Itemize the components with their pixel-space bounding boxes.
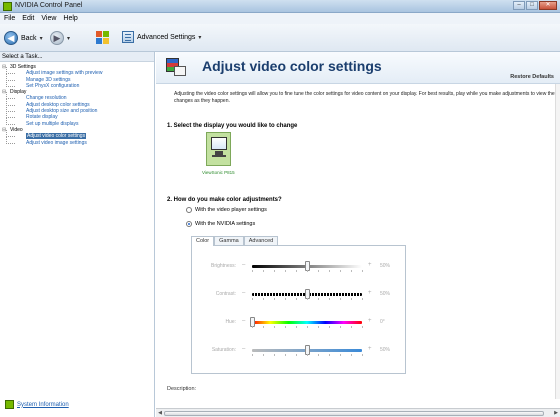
chevron-down-icon[interactable]: ▾ (40, 35, 43, 42)
advanced-settings-button[interactable]: Advanced Settings ▾ (122, 31, 201, 43)
window-title: NVIDIA Control Panel (15, 2, 83, 9)
slider-label: Brightness: (210, 263, 236, 269)
tree-item-label: Set PhysX configuration (26, 82, 80, 89)
tree-item-label: Manage 3D settings (26, 76, 71, 83)
task-panel: Select a Task... 3D SettingsAdjust image… (0, 52, 155, 417)
page-title: Adjust video color settings (202, 58, 382, 74)
settings-list-icon (122, 31, 134, 43)
decrease-icon[interactable]: – (242, 262, 245, 268)
home-icon (96, 31, 110, 45)
menu-help[interactable]: Help (63, 13, 77, 24)
forward-button[interactable]: ▶ ▾ (50, 31, 70, 45)
tab-color[interactable]: Color (191, 236, 215, 246)
chevron-down-icon[interactable]: ▾ (67, 35, 70, 42)
slider-track[interactable] (249, 317, 362, 327)
tree-item-label: Adjust image settings with preview (26, 70, 103, 77)
increase-icon[interactable]: + (368, 290, 372, 296)
slider-value: 50% (380, 291, 391, 297)
tree-task-link[interactable]: Adjust video image settings (0, 136, 155, 146)
tree-item-label: Adjust desktop color settings (26, 101, 90, 108)
slider-row: Contrast: – +50% (192, 288, 407, 300)
slider-ticks (252, 354, 363, 356)
decrease-icon[interactable]: – (242, 290, 245, 296)
section-color-adjustments: 2. How do you make color adjustments? (167, 197, 282, 203)
tree-item-label: Change resolution (26, 95, 67, 102)
minimize-button[interactable]: – (513, 1, 525, 10)
slider-label: Contrast: (215, 291, 236, 297)
home-button[interactable] (96, 31, 110, 45)
slider-track[interactable] (252, 345, 362, 355)
tree-item-label: Adjust video color settings (26, 133, 87, 140)
description-label: Description: (167, 386, 197, 392)
slider-row: Hue: – +0° (192, 316, 407, 328)
slider-label: Saturation: (211, 347, 236, 353)
tree-item-label: Set up multiple displays (26, 120, 79, 127)
slider-row: Saturation: – +50% (192, 344, 407, 356)
slider-value: 50% (380, 263, 391, 269)
section-select-display: 1. Select the display you would like to … (167, 123, 298, 129)
decrease-icon[interactable]: – (242, 318, 245, 324)
intro-text: Adjusting the video color settings will … (174, 91, 555, 104)
tree-item-label: Adjust desktop size and position (26, 108, 98, 115)
restore-defaults-link[interactable]: Restore Defaults (510, 74, 554, 80)
back-button[interactable]: ◀ Back ▾ (4, 31, 43, 45)
chevron-down-icon[interactable]: ▾ (198, 34, 201, 41)
scroll-left-icon[interactable]: ◀ (156, 409, 164, 417)
radio-button[interactable] (186, 207, 192, 213)
radio-label: With the NVIDIA settings (195, 221, 256, 227)
radio-label: With the video player settings (195, 207, 267, 213)
nvidia-logo-icon (3, 2, 12, 11)
back-arrow-icon: ◀ (4, 31, 18, 45)
menu-edit[interactable]: Edit (22, 13, 34, 24)
menu-bar: File Edit View Help (0, 13, 560, 24)
system-information-label: System Information (17, 401, 69, 408)
slider-label: Hue: (225, 319, 236, 325)
menu-file[interactable]: File (4, 13, 15, 24)
toolbar: ◀ Back ▾ ▶ ▾ Advanced Settings ▾ (0, 24, 560, 52)
slider-track[interactable] (252, 261, 362, 271)
color-tab-panel: Brightness: – +50% Contrast: – +50% Hue: – +0° Sa… (191, 245, 406, 374)
system-information-link[interactable]: System Information (5, 400, 69, 409)
title-bar: NVIDIA Control Panel – □ ✕ (0, 0, 560, 13)
tree-item-label: Adjust video image settings (26, 139, 87, 146)
decrease-icon[interactable]: – (242, 346, 245, 352)
video-color-icon (166, 58, 188, 78)
slider-value: 0° (380, 319, 385, 325)
increase-icon[interactable]: + (368, 346, 372, 352)
window-controls: – □ ✕ (513, 1, 557, 10)
radio-nvidia-settings[interactable]: With the NVIDIA settings (186, 221, 255, 227)
slider-ticks (252, 298, 363, 300)
radio-button[interactable] (186, 221, 192, 227)
slider-ticks (252, 326, 363, 328)
task-tree: 3D SettingsAdjust image settings with pr… (0, 64, 155, 146)
slider-ticks (252, 270, 363, 272)
menu-view[interactable]: View (41, 13, 56, 24)
vertical-scrollbar[interactable] (555, 84, 560, 399)
horizontal-scrollbar[interactable]: ◀ ▶ (156, 408, 560, 417)
display-name: ViewSonic P815 (202, 170, 235, 175)
advanced-settings-label: Advanced Settings (137, 33, 196, 41)
increase-icon[interactable]: + (368, 318, 372, 324)
slider-track[interactable] (252, 289, 362, 299)
slider-row: Brightness: – +50% (192, 260, 407, 272)
maximize-button[interactable]: □ (526, 1, 538, 10)
scroll-right-icon[interactable]: ▶ (552, 409, 560, 417)
display-selector[interactable]: ViewSonic P815 (202, 132, 235, 178)
monitor-icon (206, 132, 231, 166)
system-info-icon (5, 400, 14, 409)
increase-icon[interactable]: + (368, 262, 372, 268)
tree-item-label: Rotate display (26, 114, 58, 121)
back-label: Back (21, 34, 37, 42)
task-panel-header: Select a Task... (0, 52, 154, 62)
slider-value: 50% (380, 347, 391, 353)
page-banner: Adjust video color settings Restore Defa… (156, 52, 560, 84)
close-button[interactable]: ✕ (539, 1, 557, 10)
radio-video-player-settings[interactable]: With the video player settings (186, 207, 267, 213)
content-panel: Adjust video color settings Restore Defa… (156, 52, 560, 417)
scrollbar-thumb[interactable] (164, 411, 544, 416)
forward-arrow-icon: ▶ (50, 31, 64, 45)
